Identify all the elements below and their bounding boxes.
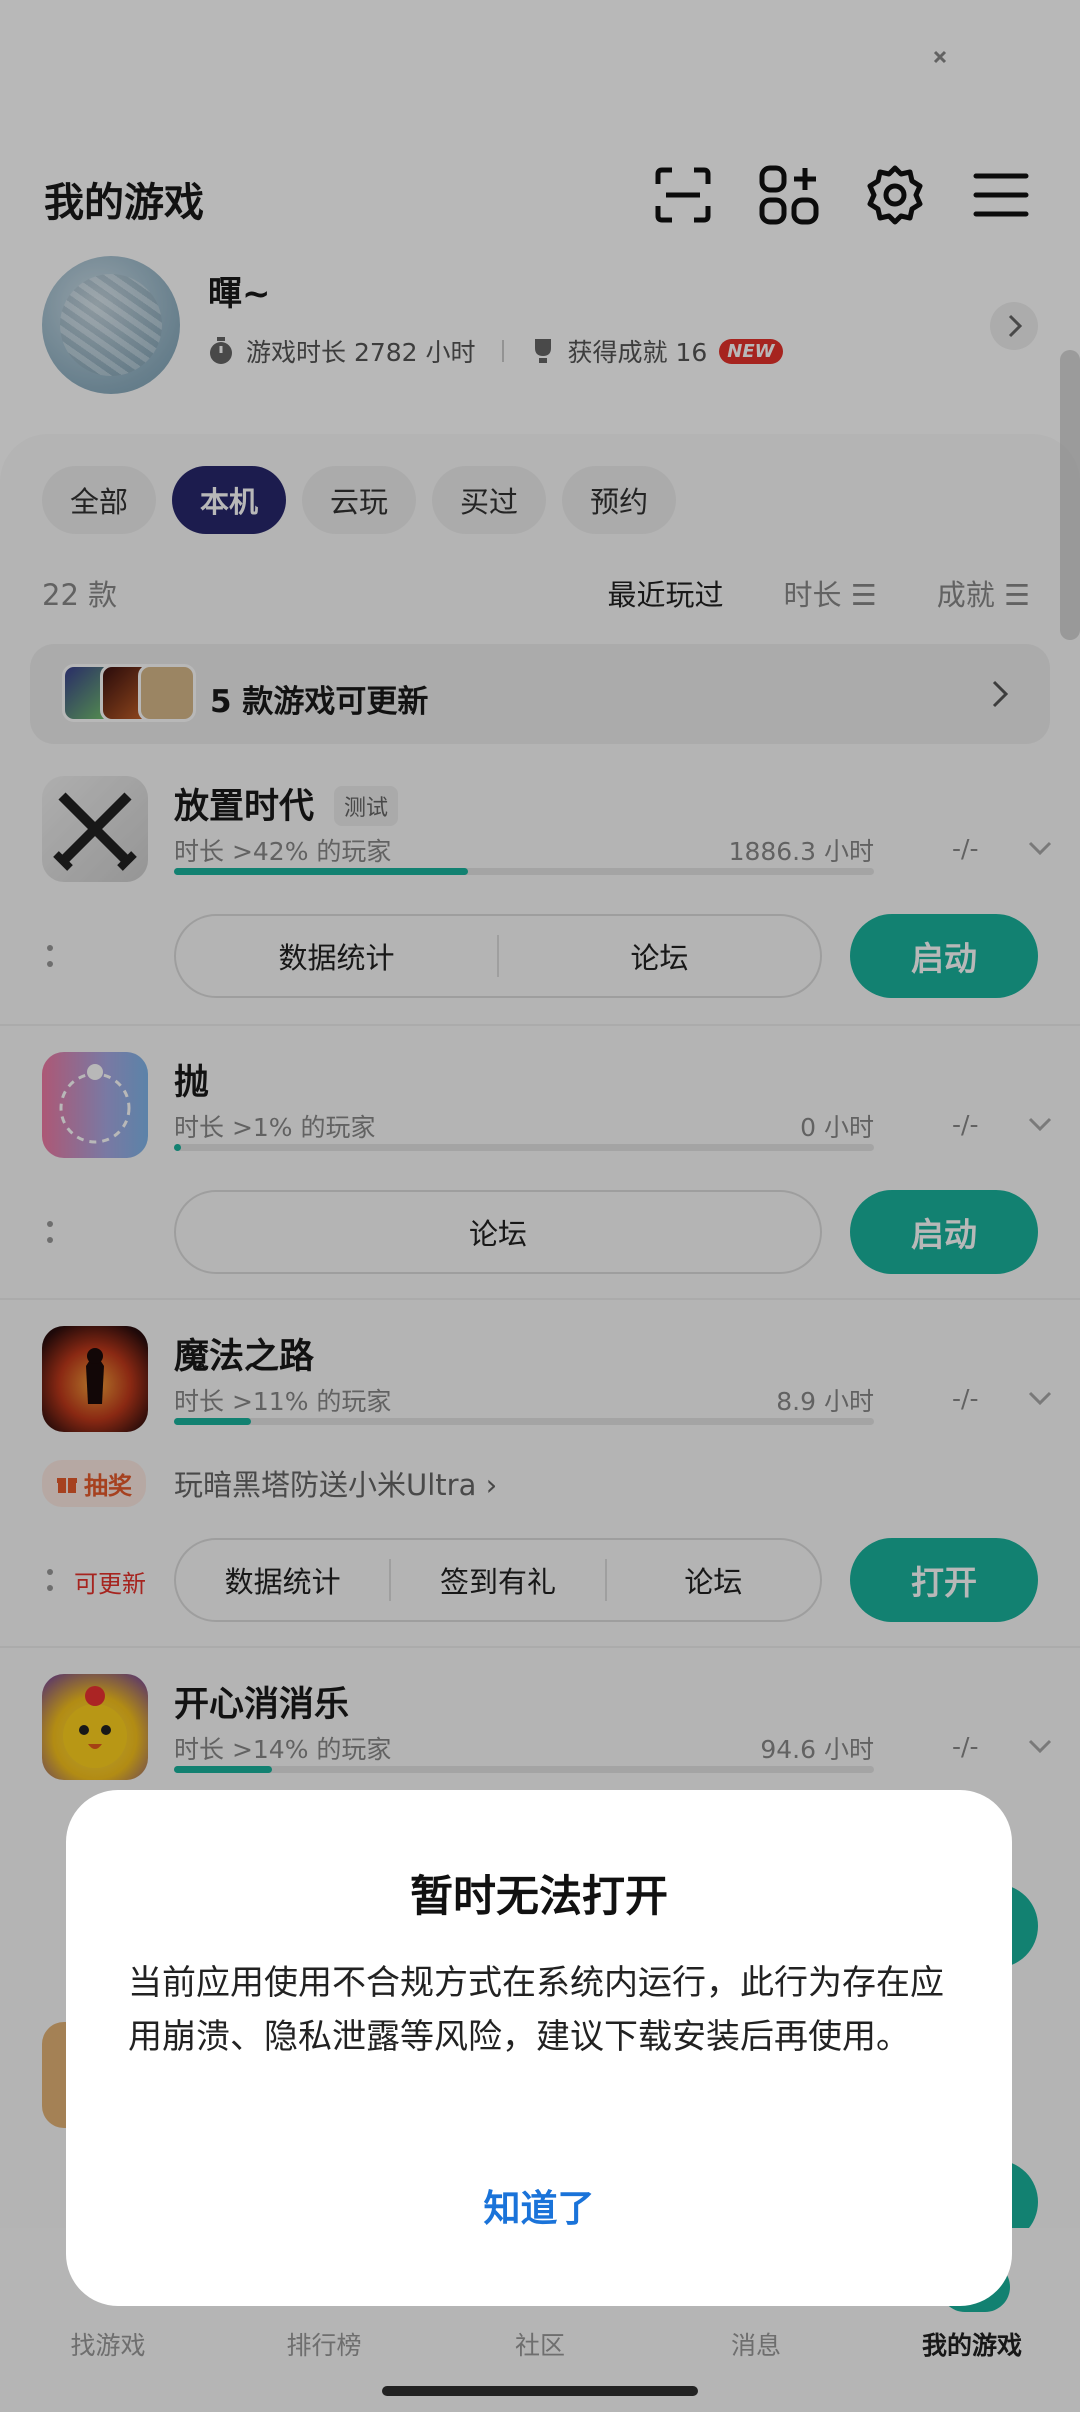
scrollbar-thumb[interactable] — [1060, 350, 1080, 640]
dialog-title: 暂时无法打开 — [410, 1872, 668, 1922]
home-indicator[interactable] — [382, 2386, 698, 2396]
dialog-ok-button[interactable]: 知道了 — [66, 2178, 1012, 2232]
dialog-message: 当前应用使用不合规方式在系统内运行，此行为存在应用崩溃、隐私泄露等风险，建议下载… — [128, 1963, 944, 2057]
